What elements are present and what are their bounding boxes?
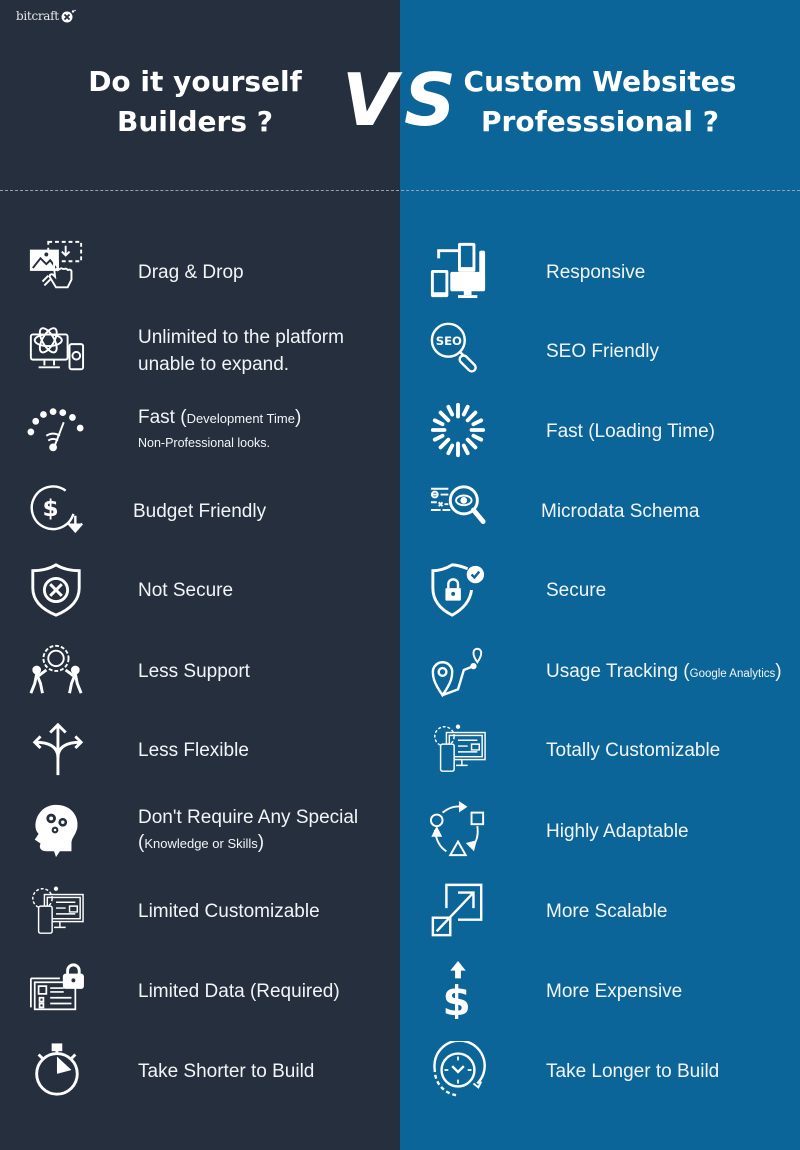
split-arrows-icon	[26, 718, 86, 778]
non-professional-note: Non-Professional looks.	[138, 436, 271, 450]
location-route-icon	[428, 640, 488, 700]
left-item-unlimited-platform-line2: unable to expand.	[138, 354, 290, 375]
svg-text:$: $	[42, 495, 58, 522]
left-item-less-support: Less Support	[138, 661, 250, 682]
head-gears-icon	[26, 800, 86, 860]
x-mark-icon	[61, 9, 76, 23]
customize-devices-icon	[26, 880, 86, 940]
left-item-not-secure: Not Secure	[138, 580, 234, 601]
drag-drop-icon	[26, 238, 86, 298]
paren-close: )	[257, 832, 265, 853]
platform-devices-icon	[26, 318, 86, 378]
scale-arrow-icon	[428, 880, 488, 940]
left-item-no-special-skills: Don't Require Any Special (Knowledge or …	[138, 804, 358, 856]
stopwatch-icon	[26, 1040, 86, 1100]
microdata-search-icon	[428, 480, 488, 540]
fast-label: Fast	[138, 407, 181, 428]
loading-spinner-icon	[428, 400, 488, 460]
data-lock-icon	[26, 960, 86, 1020]
right-item-microdata-schema: Microdata Schema	[541, 501, 700, 522]
knowledge-skills-note: Knowledge or Skills	[144, 836, 258, 851]
right-item-secure: Secure	[546, 580, 607, 601]
left-title-line1: Do it yourself	[88, 65, 302, 98]
right-item-more-scalable: More Scalable	[546, 901, 668, 922]
right-title: Custom Websites Professsional ?	[400, 62, 800, 142]
right-item-totally-customizable: Totally Customizable	[546, 740, 721, 761]
shield-lock-check-icon	[428, 560, 488, 620]
left-item-unlimited-platform-line1: Unlimited to the platform	[138, 327, 344, 348]
speedometer-icon	[26, 400, 86, 460]
left-item-take-shorter: Take Shorter to Build	[138, 1061, 315, 1082]
left-title-line2: Builders ?	[117, 105, 273, 138]
right-item-take-longer: Take Longer to Build	[546, 1061, 720, 1082]
responsive-devices-icon	[428, 240, 488, 300]
clock-cycle-icon	[428, 1040, 488, 1100]
left-item-limited-customizable: Limited Customizable	[138, 901, 320, 922]
shield-x-icon	[26, 560, 86, 620]
dollar-up-icon: $	[428, 960, 488, 1020]
brand-logo-text: bitcraft	[16, 9, 59, 23]
customize-devices-icon	[428, 718, 488, 778]
right-item-highly-adaptable: Highly Adaptable	[546, 821, 689, 842]
left-item-unlimited-platform: Unlimited to the platform unable to expa…	[138, 324, 344, 378]
support-gear-people-icon	[26, 640, 86, 700]
development-time-note: Development Time	[186, 411, 295, 426]
left-item-drag-drop: Drag & Drop	[138, 262, 244, 283]
budget-dollar-down-icon: $	[26, 480, 86, 540]
paren-close: )	[775, 661, 782, 682]
right-title-line2: Professsional ?	[481, 105, 719, 138]
svg-text:SEO: SEO	[436, 334, 462, 348]
left-item-less-flexible: Less Flexible	[138, 740, 249, 761]
right-item-fast-loading: Fast (Loading Time)	[546, 421, 715, 442]
cycle-shapes-icon	[428, 800, 488, 860]
seo-magnifier-icon: SEO	[428, 318, 488, 378]
right-item-seo-friendly: SEO Friendly	[546, 341, 659, 362]
right-item-responsive: Responsive	[546, 262, 646, 283]
left-item-fast-development: Fast (Development Time) Non-Professional…	[138, 404, 301, 454]
right-item-usage-tracking: Usage Tracking (Google Analytics)	[546, 658, 782, 688]
vs-letter-v: V	[342, 58, 398, 142]
svg-text:$: $	[443, 977, 471, 1019]
left-item-budget-friendly: Budget Friendly	[133, 501, 267, 522]
brand-logo: bitcraft	[16, 9, 76, 23]
left-item-limited-data: Limited Data (Required)	[138, 981, 340, 1002]
google-analytics-note: Google Analytics	[689, 668, 776, 680]
left-title: Do it yourself Builders ?	[0, 62, 395, 142]
paren-close: )	[294, 407, 302, 428]
usage-tracking-label: Usage Tracking	[546, 661, 684, 682]
header-divider	[0, 190, 800, 191]
right-item-more-expensive: More Expensive	[546, 981, 683, 1002]
right-title-line1: Custom Websites	[463, 65, 737, 98]
no-special-line1: Don't Require Any Special	[138, 807, 359, 828]
